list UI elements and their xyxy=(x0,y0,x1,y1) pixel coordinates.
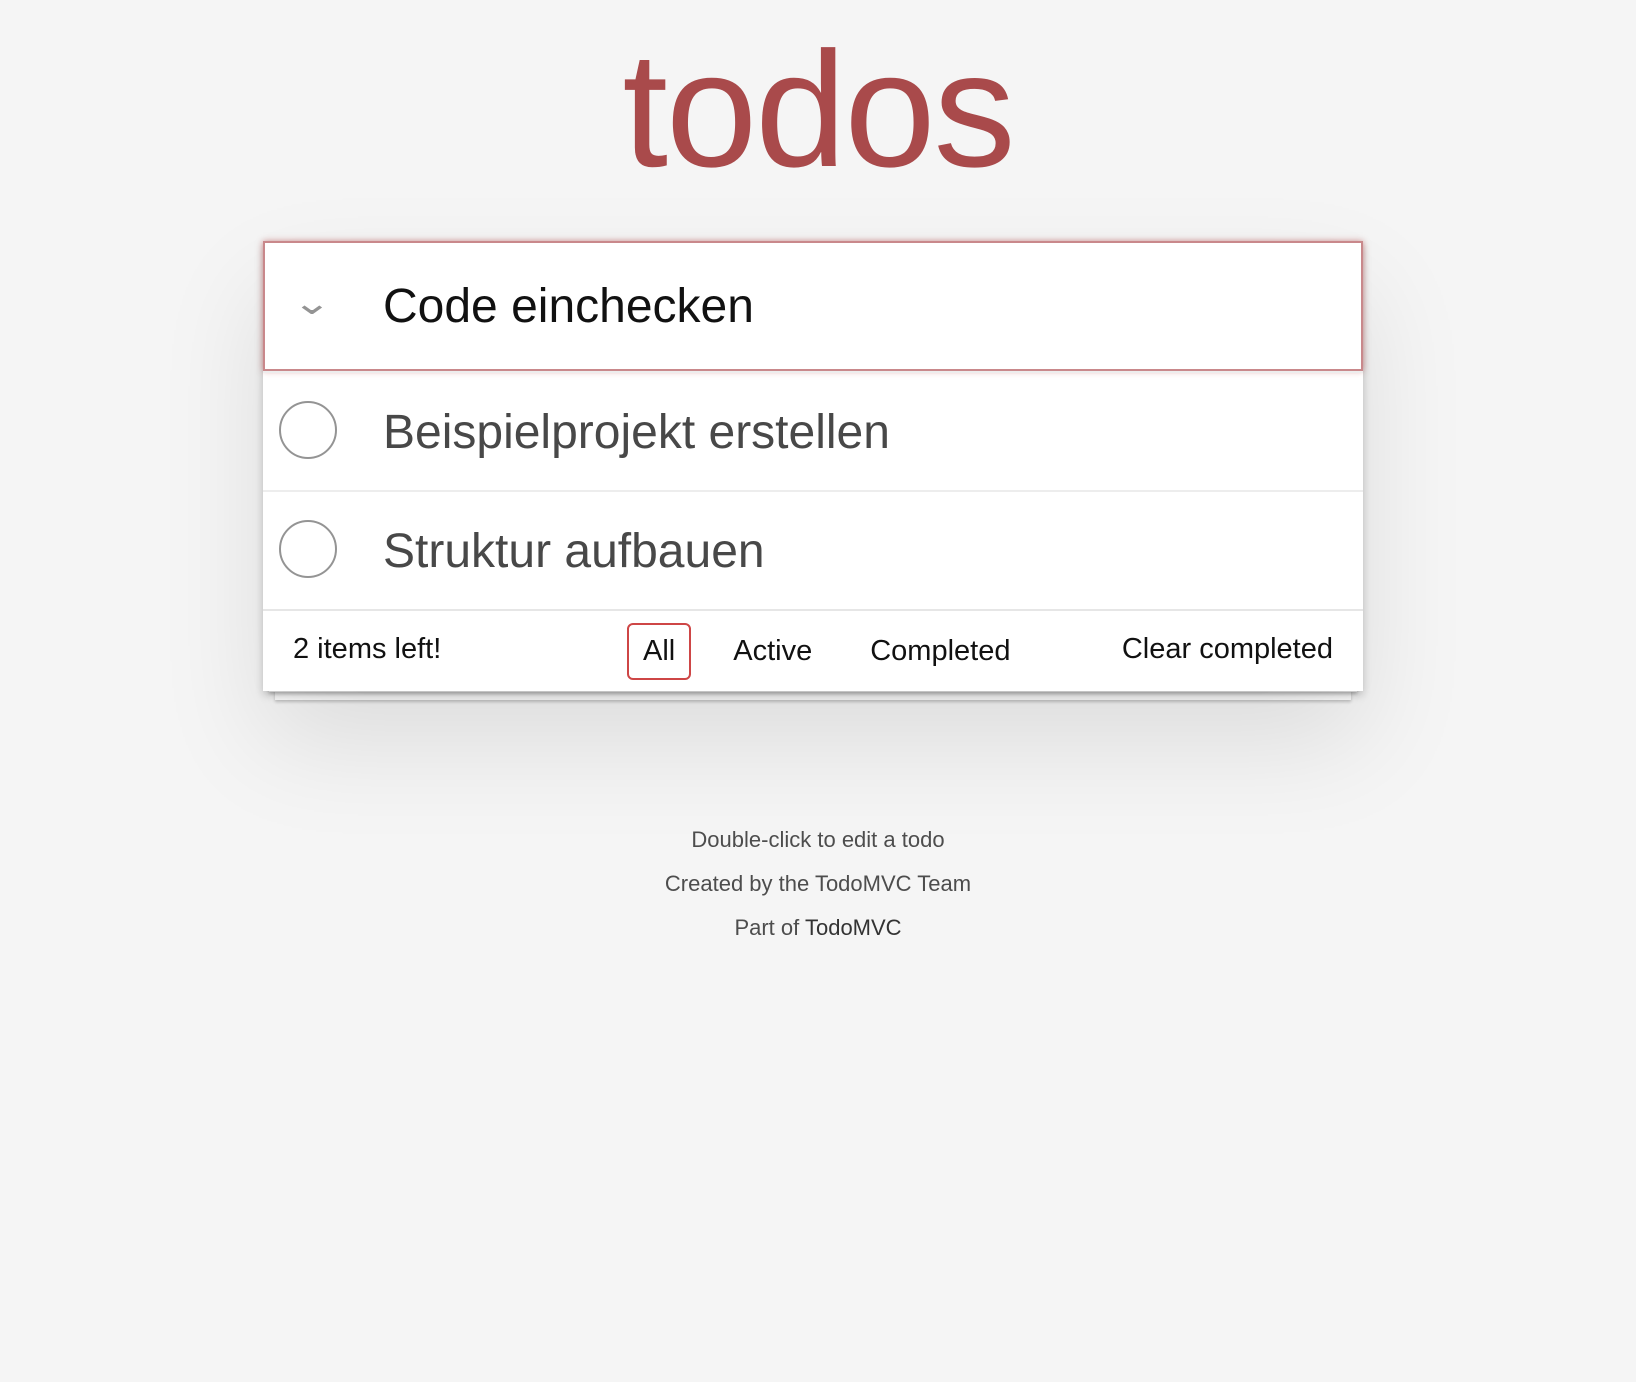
todo-app: ⌄ Beispielprojekt erstellen Struktur auf… xyxy=(263,241,1363,691)
new-todo-input[interactable] xyxy=(383,271,1343,341)
todo-checkbox[interactable] xyxy=(279,520,337,578)
filter-all[interactable]: All xyxy=(627,623,692,680)
part-of: Part of TodoMVC xyxy=(0,906,1636,950)
edit-hint: Double-click to edit a todo xyxy=(691,827,945,852)
info-footer: Double-click to edit a todo Created by t… xyxy=(0,818,1636,950)
todo-item[interactable]: Struktur aufbauen xyxy=(263,490,1363,609)
todo-checkbox[interactable] xyxy=(279,401,337,459)
filters: All Active Completed xyxy=(627,623,1026,680)
clear-completed-button[interactable]: Clear completed xyxy=(1122,633,1333,666)
header: ⌄ xyxy=(263,241,1363,371)
todo-label: Struktur aufbauen xyxy=(383,525,765,578)
footer: 2 items left! All Active Completed Clear… xyxy=(263,609,1363,691)
todo-item[interactable]: Beispielprojekt erstellen xyxy=(263,371,1363,490)
todo-label: Beispielprojekt erstellen xyxy=(383,406,890,459)
items-left-count: 2 items left! xyxy=(293,633,442,665)
created-by: Created by the TodoMVC Team xyxy=(664,871,972,896)
filter-completed[interactable]: Completed xyxy=(854,623,1026,680)
todomvc-link[interactable]: TodoMVC xyxy=(805,915,902,940)
part-of-prefix: Part of xyxy=(734,915,800,940)
toggle-all-chevron-down-icon[interactable]: ⌄ xyxy=(277,283,347,323)
app-title: todos xyxy=(622,18,1015,201)
filter-active[interactable]: Active xyxy=(717,623,828,680)
